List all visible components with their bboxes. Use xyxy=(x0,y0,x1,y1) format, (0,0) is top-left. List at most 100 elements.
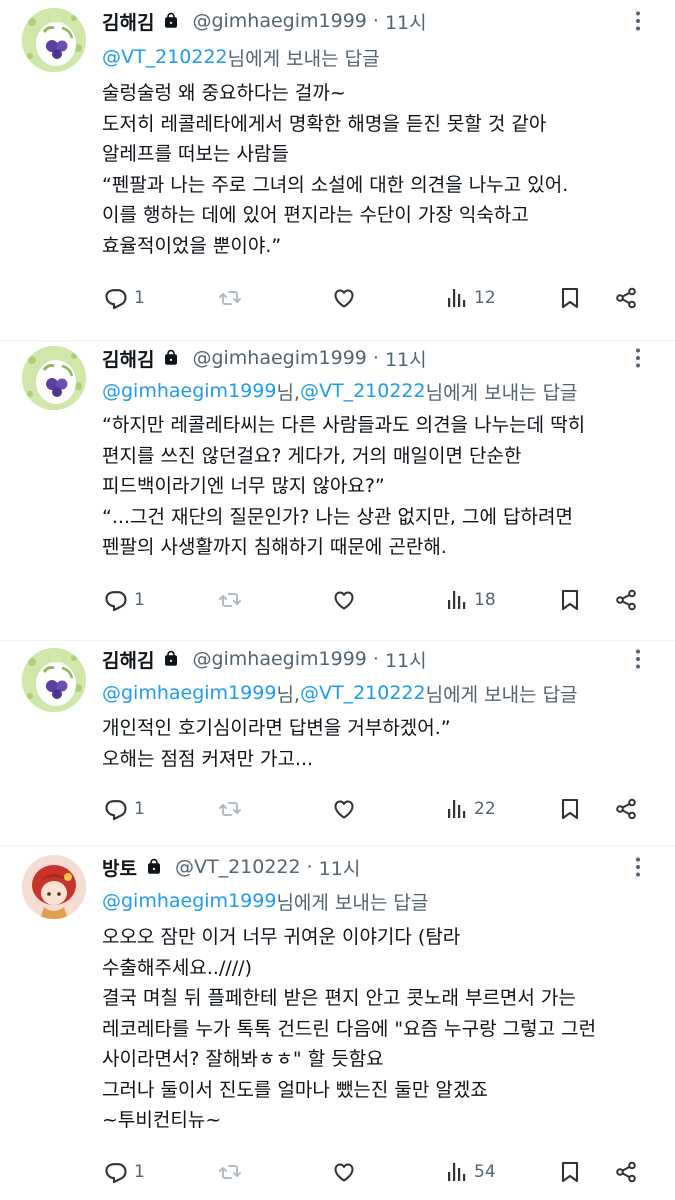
avatar[interactable] xyxy=(22,346,86,410)
like-button[interactable] xyxy=(332,1157,362,1187)
more-icon xyxy=(636,649,640,669)
mention-link[interactable]: @VT_210222 xyxy=(300,380,426,402)
share-button[interactable] xyxy=(614,283,638,313)
avatar[interactable] xyxy=(22,8,86,72)
lock-icon xyxy=(162,650,180,668)
replying-label: 님에게 보내는 답글 xyxy=(425,683,578,706)
separator-dot: · xyxy=(372,648,379,670)
tweet-text-line: 도저히 레콜레타에게서 명확한 해명을 듣진 못할 것 같아 xyxy=(102,112,547,135)
reply-icon xyxy=(105,289,127,310)
like-icon xyxy=(334,800,354,819)
tweet-header: 김해김 @gimhaegim1999 · 11시 xyxy=(102,6,427,36)
replying-label: 님, xyxy=(276,683,300,706)
action-bar: 1 54 xyxy=(104,1157,644,1187)
reply-button[interactable]: 1 xyxy=(104,794,145,824)
tweet-text-line: 오오오 잠만 이거 너무 귀여운 이야기다 (탐라 xyxy=(102,926,461,948)
more-button[interactable] xyxy=(623,6,653,36)
display-name[interactable]: 김해김 xyxy=(102,646,154,673)
reply-count: 1 xyxy=(134,1162,145,1182)
user-handle[interactable]: @gimhaegim1999 xyxy=(192,648,366,670)
retweet-icon xyxy=(219,291,241,305)
bookmark-button[interactable] xyxy=(558,585,582,615)
replying-to: @gimhaegim1999 님, @VT_210222 님에게 보내는 답글 xyxy=(102,678,578,708)
like-icon xyxy=(334,1163,354,1182)
tweet-text-line: 사이라면서? 잘해봐ㅎㅎ" 할 듯함요 xyxy=(102,1048,384,1070)
replying-label: 님에게 보내는 답글 xyxy=(276,891,429,914)
view-count: 18 xyxy=(474,590,496,610)
replying-label: 님에게 보내는 답글 xyxy=(227,47,380,70)
mention-link[interactable]: @gimhaegim1999 xyxy=(102,890,276,912)
tweet-text-line: 개인적인 호기심이라면 답변을 거부하겠어.” xyxy=(102,717,451,739)
avatar[interactable] xyxy=(22,855,86,919)
like-button[interactable] xyxy=(332,794,362,824)
mention-link[interactable]: @gimhaegim1999 xyxy=(102,682,276,704)
bookmark-button[interactable] xyxy=(558,1157,582,1187)
user-handle[interactable]: @gimhaegim1999 xyxy=(192,10,366,32)
views-icon xyxy=(448,1163,466,1181)
tweet-divider xyxy=(0,845,675,846)
tweet-text-line: ~투비컨티뉴~ xyxy=(102,1109,222,1131)
user-handle[interactable]: @VT_210222 xyxy=(175,856,301,878)
reply-button[interactable]: 1 xyxy=(104,283,145,313)
lock-icon xyxy=(162,12,180,30)
retweet-icon xyxy=(219,593,241,607)
tweet-header: 김해김 @gimhaegim1999 · 11시 xyxy=(102,644,427,674)
views-button[interactable]: 12 xyxy=(444,283,496,313)
display-name[interactable]: 김해김 xyxy=(102,345,154,372)
views-button[interactable]: 22 xyxy=(444,794,496,824)
reply-icon xyxy=(105,591,127,612)
views-icon xyxy=(448,800,466,818)
reply-count: 1 xyxy=(134,799,145,819)
mention-link[interactable]: @VT_210222 xyxy=(300,682,426,704)
share-button[interactable] xyxy=(614,585,638,615)
retweet-button[interactable] xyxy=(218,794,248,824)
retweet-button[interactable] xyxy=(218,283,248,313)
reply-button[interactable]: 1 xyxy=(104,585,145,615)
views-icon xyxy=(448,289,466,307)
separator-dot: · xyxy=(372,347,379,369)
action-bar: 1 18 xyxy=(104,585,644,615)
like-icon xyxy=(334,591,354,610)
timestamp[interactable]: 11시 xyxy=(385,8,427,35)
user-handle[interactable]: @gimhaegim1999 xyxy=(192,347,366,369)
share-button[interactable] xyxy=(614,794,638,824)
action-bar: 1 22 xyxy=(104,794,644,824)
display-name[interactable]: 김해김 xyxy=(102,8,154,35)
lock-icon xyxy=(145,858,163,876)
mention-link[interactable]: @VT_210222 xyxy=(102,46,228,68)
avatar[interactable] xyxy=(22,648,86,712)
tweet-text-line: 술렁술렁 왜 중요하다는 걸까~ xyxy=(102,82,346,104)
view-count: 54 xyxy=(474,1162,496,1182)
replying-to: @VT_210222 님에게 보내는 답글 xyxy=(102,42,380,72)
like-icon xyxy=(334,289,354,308)
tweet-text-line: “...그건 재단의 질문인가? 나는 상관 없지만, 그에 답하려면 xyxy=(102,505,573,528)
share-button[interactable] xyxy=(614,1157,638,1187)
views-button[interactable]: 54 xyxy=(444,1157,496,1187)
more-button[interactable] xyxy=(623,343,653,373)
retweet-button[interactable] xyxy=(218,585,248,615)
timestamp[interactable]: 11시 xyxy=(385,646,427,673)
share-icon xyxy=(616,798,636,820)
mention-link[interactable]: @gimhaegim1999 xyxy=(102,380,276,402)
reply-button[interactable]: 1 xyxy=(104,1157,145,1187)
more-icon xyxy=(636,857,640,877)
separator-dot: · xyxy=(306,856,313,878)
views-button[interactable]: 18 xyxy=(444,585,496,615)
bookmark-button[interactable] xyxy=(558,794,582,824)
reply-count: 1 xyxy=(134,590,145,610)
timestamp[interactable]: 11시 xyxy=(385,345,427,372)
tweet-text-line: 이를 행하는 데에 있어 편지라는 수단이 가장 익숙하고 xyxy=(102,204,529,226)
lock-icon xyxy=(162,349,180,367)
more-button[interactable] xyxy=(623,644,653,674)
timestamp[interactable]: 11시 xyxy=(319,854,361,881)
retweet-button[interactable] xyxy=(218,1157,248,1187)
like-button[interactable] xyxy=(332,585,362,615)
view-count: 12 xyxy=(474,288,496,308)
tweet-text-line: “하지만 레콜레타씨는 다른 사람들과도 의견을 나누는데 딱히 xyxy=(102,414,586,436)
like-button[interactable] xyxy=(332,283,362,313)
display-name[interactable]: 방토 xyxy=(102,854,137,881)
bookmark-button[interactable] xyxy=(558,283,582,313)
view-count: 22 xyxy=(474,799,496,819)
more-button[interactable] xyxy=(623,852,653,882)
tweet-text-line: 펜팔의 사생활까지 침해하기 때문에 곤란해. xyxy=(102,536,447,558)
